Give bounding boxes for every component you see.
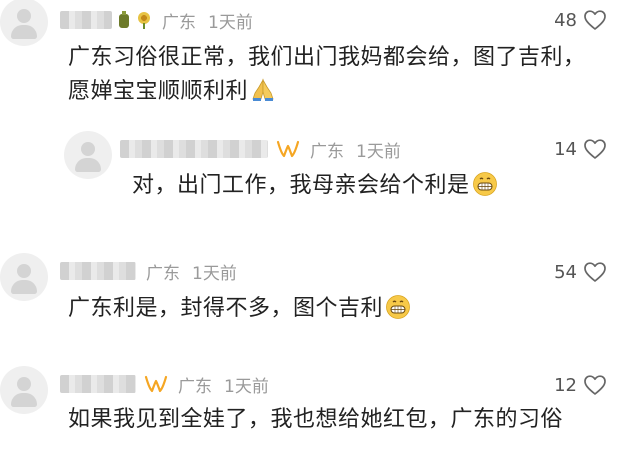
username-blurred[interactable]: [60, 375, 136, 393]
like-count: 48: [554, 9, 577, 31]
like-count: 14: [554, 138, 577, 160]
comment-text-segment: 广东利是，封得不多，图个吉利: [68, 296, 384, 321]
comment-text: 广东习俗很正常，我们出门我妈都会给，图了吉利， 愿婵宝宝顺顺利利: [68, 41, 586, 109]
location-label: 广东: [310, 141, 344, 162]
heart-outline-icon: [584, 262, 606, 282]
avatar[interactable]: [0, 366, 48, 414]
comment-text-segment: 愿婵宝宝顺顺利利: [68, 79, 249, 104]
comment-text-segment: 对，出门工作，我母亲会给个利是: [132, 173, 470, 198]
sunflower-badge-icon: [136, 11, 152, 29]
grinning-face-emoji-icon: [472, 172, 497, 196]
comment-text: 对，出门工作，我母亲会给个利是: [132, 169, 498, 203]
like-button[interactable]: 14: [554, 137, 607, 161]
comment-meta: 广东 1天前: [60, 259, 237, 284]
comment-meta: 广东 1天前: [60, 372, 269, 397]
comment-text-line: 愿婵宝宝顺顺利利: [68, 75, 586, 109]
location-label: 广东: [146, 263, 180, 284]
comment-meta: 广东 1天前: [120, 137, 401, 162]
comment-text: 广东利是，封得不多，图个吉利: [68, 292, 411, 326]
comment-meta: 广东 1天前: [60, 8, 253, 33]
comment-text-segment: 如果我见到全娃了，我也想给她红包，广东的习俗: [68, 407, 564, 432]
w-badge-icon: [276, 140, 300, 158]
heart-outline-icon: [584, 10, 606, 30]
timestamp: 1天前: [208, 12, 253, 33]
heart-outline-icon: [584, 375, 606, 395]
avatar[interactable]: [64, 131, 112, 179]
location-label: 广东: [162, 12, 196, 33]
grinning-face-emoji-icon: [386, 295, 410, 319]
username-blurred[interactable]: [60, 11, 112, 29]
praying-hands-emoji-icon: [252, 78, 274, 101]
comment-text: 如果我见到全娃了，我也想给她红包，广东的习俗: [68, 403, 563, 437]
avatar[interactable]: [0, 253, 48, 301]
avatar[interactable]: [0, 0, 48, 46]
like-button[interactable]: 54: [554, 260, 607, 284]
timestamp: 1天前: [192, 263, 237, 284]
username-blurred[interactable]: [120, 140, 268, 158]
bottle-badge-icon: [116, 11, 132, 29]
like-count: 54: [554, 261, 577, 283]
w-badge-icon: [144, 375, 168, 393]
like-count: 12: [554, 374, 577, 396]
username-blurred[interactable]: [60, 262, 136, 280]
heart-outline-icon: [584, 139, 606, 159]
comment-text-line: 广东习俗很正常，我们出门我妈都会给，图了吉利，: [68, 45, 586, 70]
timestamp: 1天前: [224, 376, 269, 397]
like-button[interactable]: 12: [554, 373, 607, 397]
like-button[interactable]: 48: [554, 8, 607, 32]
comment-list: 广东 1天前 48 广东习俗很正常，我们出门我妈都会给，图了吉利， 愿婵宝宝顺顺…: [0, 0, 627, 451]
location-label: 广东: [178, 376, 212, 397]
timestamp: 1天前: [356, 141, 401, 162]
